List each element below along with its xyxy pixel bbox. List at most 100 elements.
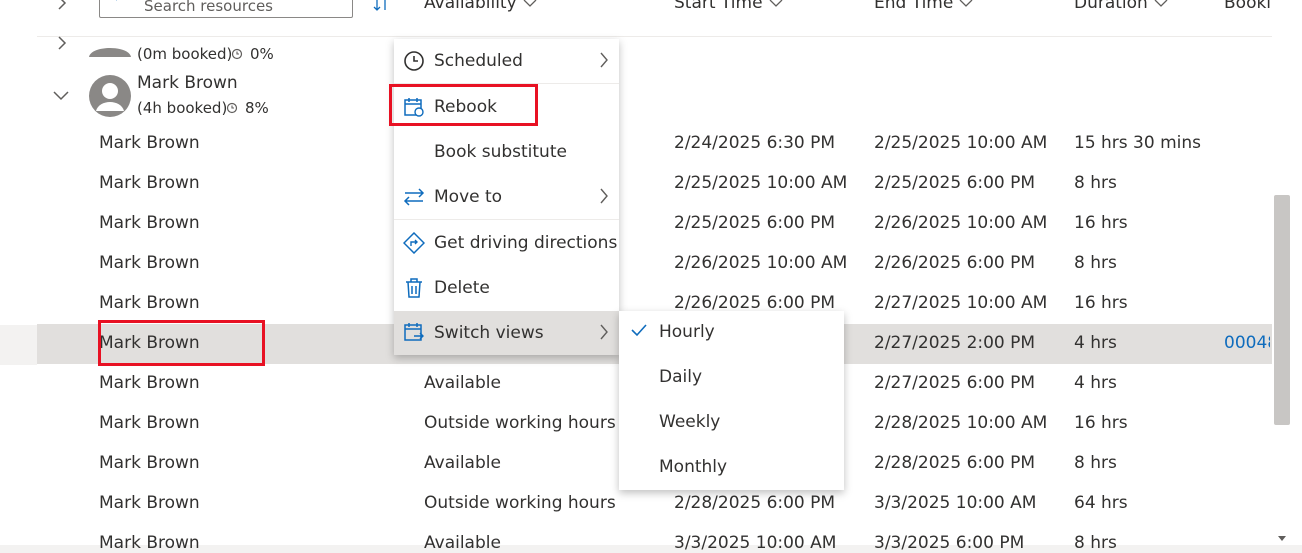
resource-booked-hours: (0m booked) — [137, 45, 233, 63]
highlight-box-rebook — [389, 84, 538, 126]
row-end-time: 3/3/2025 10:00 AM — [874, 493, 1037, 513]
submenu-item-label: Monthly — [659, 457, 728, 477]
menu-item-get-driving-directions[interactable]: Get driving directions — [394, 221, 619, 265]
row-duration: 8 hrs — [1074, 533, 1117, 553]
column-header-end-time[interactable]: End Time — [874, 0, 973, 13]
menu-item-switch-views[interactable]: Switch views — [394, 311, 619, 355]
move-arrows-icon — [403, 188, 425, 206]
column-header-availability[interactable]: Availability — [424, 0, 537, 13]
avatar — [89, 75, 131, 117]
resource-utilization: 8% — [245, 99, 269, 117]
row-start-time: 2/25/2025 6:00 PM — [674, 213, 836, 233]
chevron-right-icon — [600, 188, 608, 204]
clock-icon — [231, 48, 243, 60]
row-end-time: 3/3/2025 6:00 PM — [874, 533, 1025, 553]
row-start-time: 3/3/2025 10:00 AM — [674, 533, 837, 553]
row-duration: 15 hrs 30 mins — [1074, 133, 1202, 153]
row-end-time: 2/27/2025 6:00 PM — [874, 373, 1036, 393]
trash-icon — [406, 278, 422, 298]
row-end-time: 2/26/2025 6:00 PM — [874, 253, 1036, 273]
row-start-time: 2/24/2025 6:30 PM — [674, 133, 836, 153]
menu-divider — [394, 219, 619, 220]
menu-item-book-substitute[interactable]: Book substitute — [394, 130, 619, 174]
column-header-label: End Time — [874, 0, 954, 13]
row-duration: 4 hrs — [1074, 333, 1117, 353]
chevron-down-icon — [523, 0, 537, 7]
menu-item-label: Get driving directions — [434, 233, 618, 253]
chevron-right-icon — [600, 52, 608, 68]
menu-item-scheduled[interactable]: Scheduled — [394, 39, 619, 83]
row-duration: 4 hrs — [1074, 373, 1117, 393]
row-start-time: 2/26/2025 10:00 AM — [674, 253, 848, 273]
row-availability: Outside working hours — [424, 413, 616, 433]
row-name: Mark Brown — [99, 413, 200, 433]
column-header-label: Start Time — [674, 0, 763, 13]
column-header-label: Availability — [424, 0, 517, 13]
search-icon — [116, 0, 118, 1]
scrollbar-thumb[interactable] — [1274, 195, 1290, 425]
chevron-right-icon — [600, 324, 608, 340]
row-start-time: 2/28/2025 6:00 PM — [674, 493, 836, 513]
row-name: Mark Brown — [99, 293, 200, 313]
row-duration: 8 hrs — [1074, 173, 1117, 193]
row-name: Mark Brown — [99, 373, 200, 393]
submenu-item-label: Weekly — [659, 412, 721, 432]
menu-item-label: Book substitute — [434, 142, 567, 162]
sort-icon[interactable] — [372, 0, 390, 14]
row-duration: 16 hrs — [1074, 293, 1128, 313]
row-end-time: 2/28/2025 10:00 AM — [874, 413, 1048, 433]
menu-item-label: Scheduled — [434, 51, 523, 71]
row-name: Mark Brown — [99, 493, 200, 513]
menu-item-label: Switch views — [434, 323, 544, 343]
column-header-start-time[interactable]: Start Time — [674, 0, 783, 13]
column-header-label: Duration — [1074, 0, 1148, 13]
row-end-time: 2/26/2025 10:00 AM — [874, 213, 1048, 233]
submenu-item-daily[interactable]: Daily — [619, 356, 844, 400]
scroll-down-arrow-icon[interactable] — [1278, 536, 1286, 542]
submenu-item-weekly[interactable]: Weekly — [619, 401, 844, 445]
row-name: Mark Brown — [99, 453, 200, 473]
header-divider — [37, 36, 1272, 37]
clock-icon — [404, 51, 424, 71]
row-end-time: 2/25/2025 10:00 AM — [874, 133, 1048, 153]
search-input[interactable]: Search resources — [99, 0, 353, 18]
resource-utilization: 0% — [250, 45, 274, 63]
collapse-all-chevron-icon[interactable] — [56, 0, 68, 10]
column-header-booking[interactable]: Booki — [1224, 0, 1270, 13]
expand-chevron-icon[interactable] — [56, 36, 68, 50]
submenu-item-monthly[interactable]: Monthly — [619, 446, 844, 490]
row-end-time: 2/28/2025 6:00 PM — [874, 453, 1036, 473]
resource-booked-hours: (4h booked) — [137, 99, 228, 117]
menu-item-label: Move to — [434, 187, 503, 207]
menu-item-delete[interactable]: Delete — [394, 266, 619, 310]
row-booking-link[interactable]: 00048 — [1224, 333, 1270, 353]
highlight-box-row-name — [98, 320, 265, 366]
search-placeholder: Search resources — [144, 0, 273, 15]
row-duration: 64 hrs — [1074, 493, 1128, 513]
chevron-down-icon — [959, 0, 973, 7]
checkmark-icon — [631, 324, 647, 337]
row-duration: 16 hrs — [1074, 213, 1128, 233]
row-name: Mark Brown — [99, 533, 200, 553]
chevron-down-icon — [769, 0, 783, 7]
row-end-time: 2/27/2025 10:00 AM — [874, 293, 1048, 313]
switch-views-icon — [404, 323, 424, 341]
row-name: Mark Brown — [99, 173, 200, 193]
row-name: Mark Brown — [99, 133, 200, 153]
left-panel-divider — [0, 325, 37, 365]
avatar — [89, 48, 131, 57]
column-header-duration[interactable]: Duration — [1074, 0, 1168, 13]
collapse-chevron-icon[interactable] — [53, 90, 69, 102]
directions-icon — [403, 232, 425, 254]
menu-item-move-to[interactable]: Move to — [394, 175, 619, 219]
menu-item-label: Delete — [434, 278, 490, 298]
row-end-time: 2/25/2025 6:00 PM — [874, 173, 1036, 193]
row-start-time: 2/26/2025 6:00 PM — [674, 293, 836, 313]
row-availability: Available — [424, 533, 501, 553]
row-start-time: 2/25/2025 10:00 AM — [674, 173, 848, 193]
submenu-item-hourly[interactable]: Hourly — [619, 311, 844, 355]
resource-name[interactable]: Mark Brown — [137, 73, 238, 93]
submenu-item-label: Hourly — [659, 322, 715, 342]
clock-icon — [226, 102, 238, 114]
row-availability: Available — [424, 453, 501, 473]
